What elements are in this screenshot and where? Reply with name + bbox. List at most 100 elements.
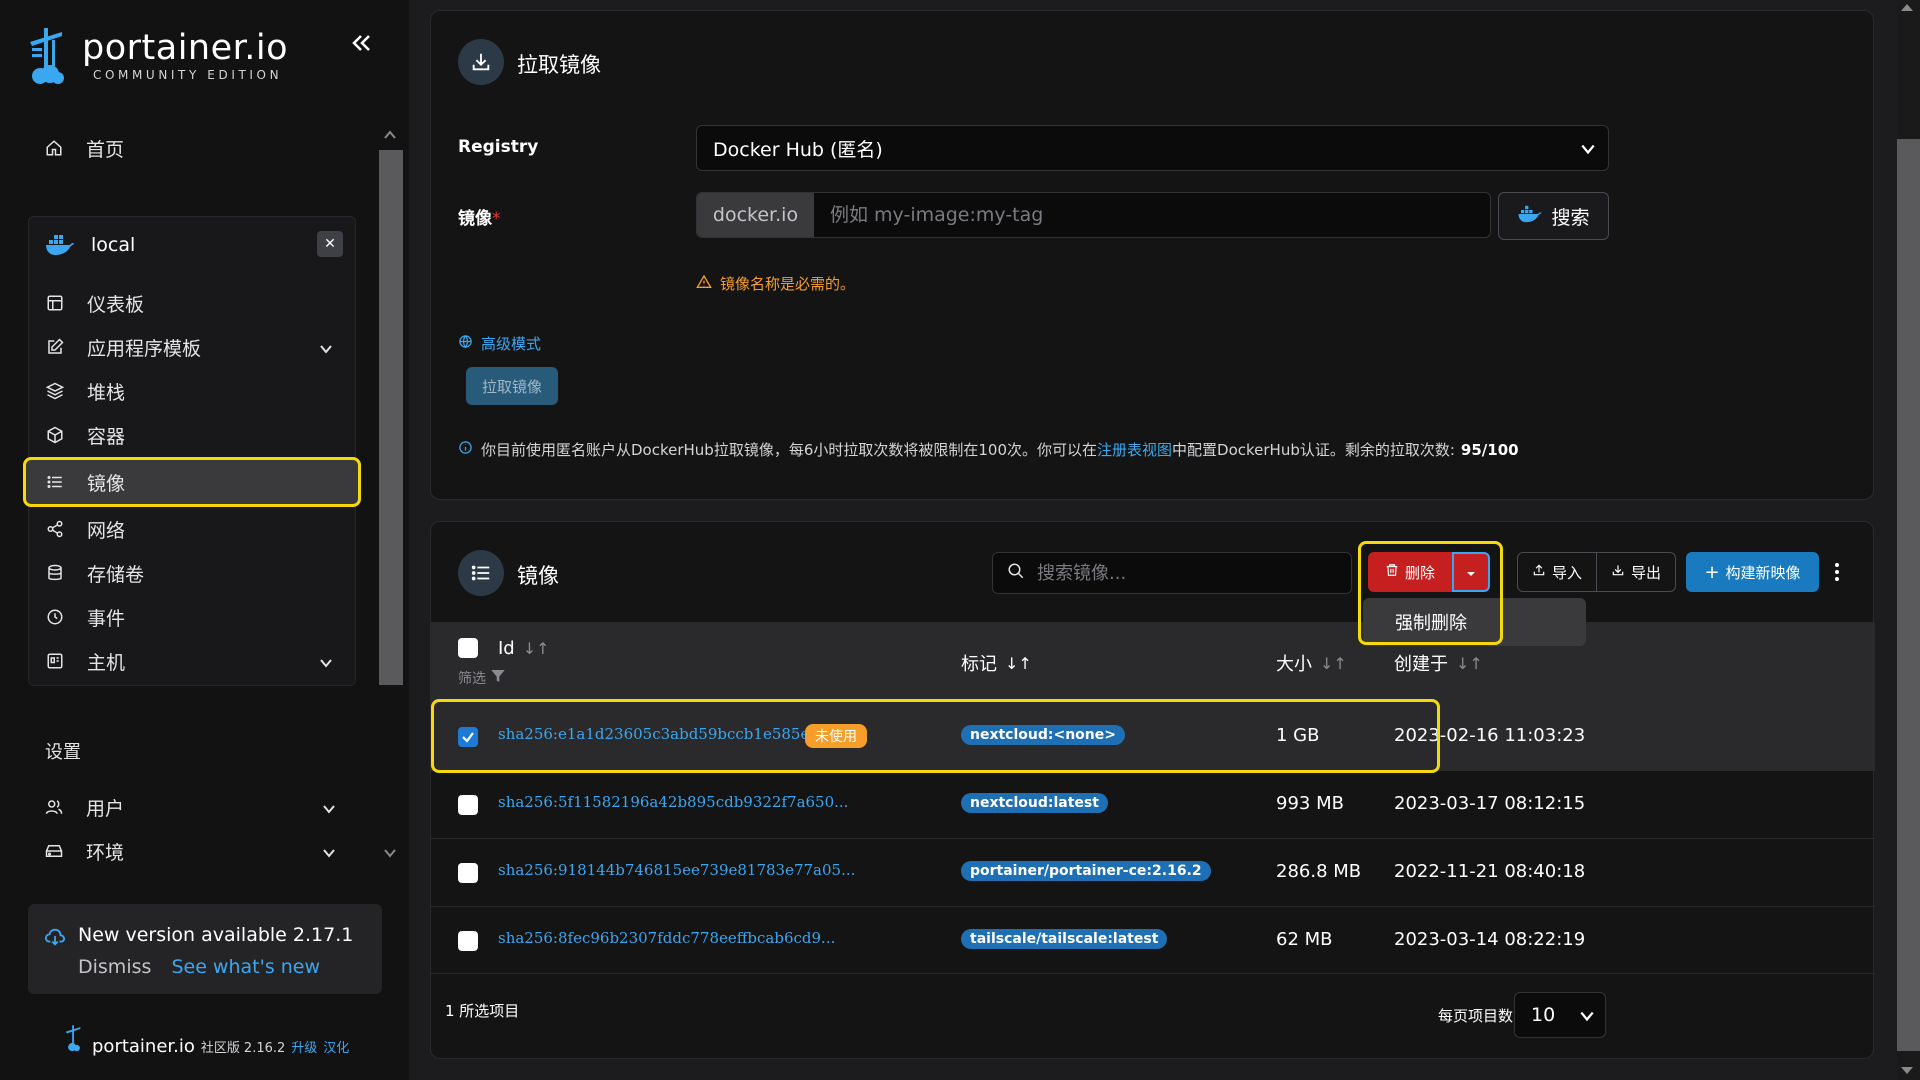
footer-brand: portainer.io 社区版 2.16.2 升级 汉化 <box>64 1024 349 1057</box>
plus-icon: + <box>1704 561 1720 583</box>
advanced-mode-link[interactable]: 高级模式 <box>458 333 541 354</box>
image-input[interactable] <box>814 193 1490 237</box>
table-row[interactable]: sha256:5f11582196a42b895cdb9322f7a650...… <box>431 770 1875 838</box>
scroll-up-icon[interactable] <box>1901 4 1913 11</box>
page-scrollbar[interactable] <box>1897 0 1920 1080</box>
selected-count: 1 所选项目 <box>445 1002 520 1020</box>
update-title: New version available 2.17.1 <box>78 924 354 946</box>
column-header-id[interactable]: Id ↓↑ <box>498 638 550 659</box>
column-header-size[interactable]: 大小 ↓↑ <box>1276 650 1347 676</box>
image-created: 2022-11-21 08:40:18 <box>1394 861 1586 882</box>
sidebar-item-home[interactable]: 首页 <box>28 126 358 170</box>
whats-new-link[interactable]: See what's new <box>171 956 320 978</box>
home-icon <box>44 138 64 158</box>
share-icon <box>45 519 65 539</box>
import-label: 导入 <box>1552 563 1583 582</box>
registry-value: Docker Hub (匿名) <box>713 138 883 161</box>
scroll-down-icon[interactable] <box>383 846 397 860</box>
dismiss-link[interactable]: Dismiss <box>78 956 151 978</box>
row-checkbox[interactable] <box>458 795 478 815</box>
per-page-select[interactable]: 10 <box>1514 992 1606 1038</box>
filter-icon <box>490 668 506 688</box>
chevron-down-icon <box>319 339 333 361</box>
sidebar-item-label: 容器 <box>87 425 126 448</box>
sidebar-scroll-thumb[interactable] <box>379 150 403 685</box>
image-input-group: docker.io <box>696 192 1491 238</box>
image-search-input[interactable] <box>1037 562 1337 584</box>
image-id-link[interactable]: sha256:5f11582196a42b895cdb9322f7a650... <box>498 793 848 811</box>
sidebar-item-volumes[interactable]: 存储卷 <box>29 551 355 595</box>
docker-whale-icon <box>45 234 75 256</box>
page-scroll-thumb[interactable] <box>1897 139 1920 1051</box>
scroll-up-icon[interactable] <box>383 128 397 142</box>
sidebar-item-label: 首页 <box>86 138 125 161</box>
sidebar-item-dashboard[interactable]: 仪表板 <box>29 281 355 325</box>
table-row[interactable]: sha256:8fec96b2307fddc778eeffbcab6cd9...… <box>431 906 1875 974</box>
info-suffix: 中配置DockerHub认证。剩余的拉取次数: <box>1172 441 1455 459</box>
globe-icon <box>458 334 473 353</box>
pull-image-button[interactable]: 拉取镜像 <box>466 367 558 405</box>
sidebar-item-environments[interactable]: 环境 <box>28 829 358 873</box>
sidebar-item-label: 主机 <box>87 651 126 674</box>
sidebar-item-events[interactable]: 事件 <box>29 595 355 639</box>
sidebar-item-label: 镜像 <box>87 472 126 495</box>
sidebar-item-label: 网络 <box>87 519 126 542</box>
warning-text: 镜像名称是必需的。 <box>720 275 856 293</box>
sidebar-item-label: 应用程序模板 <box>87 337 202 360</box>
logo-subtitle: COMMUNITY EDITION <box>93 68 283 82</box>
filter-button[interactable]: 筛选 <box>458 668 506 688</box>
portainer-crane-icon <box>65 1025 81 1052</box>
sidebar-item-app-templates[interactable]: 应用程序模板 <box>29 325 355 369</box>
column-header-created[interactable]: 创建于 ↓↑ <box>1394 650 1483 676</box>
table-row[interactable]: sha256:918144b746815ee739e81783e77a05...… <box>431 838 1875 906</box>
build-image-button[interactable]: + 构建新映像 <box>1686 552 1819 592</box>
pull-image-card: 拉取镜像 Registry Docker Hub (匿名) 镜像* docker… <box>430 10 1874 500</box>
portainer-crane-icon <box>30 28 64 84</box>
selected-row-highlight <box>431 699 1440 773</box>
search-dockerhub-button[interactable]: 搜索 <box>1498 192 1609 240</box>
image-tag-badge: nextcloud:latest <box>961 793 1108 813</box>
sidebar-item-containers[interactable]: 容器 <box>29 413 355 457</box>
scroll-down-icon[interactable] <box>1901 1067 1913 1074</box>
registry-select[interactable]: Docker Hub (匿名) <box>696 125 1609 171</box>
search-button-label: 搜索 <box>1551 206 1590 229</box>
chevron-down-icon <box>322 799 336 821</box>
upgrade-link[interactable]: 升级 <box>291 1037 317 1056</box>
images-title: 镜像 <box>517 564 559 588</box>
collapse-sidebar-button[interactable] <box>344 26 378 60</box>
settings-section-title: 设置 <box>45 742 81 763</box>
column-header-tags[interactable]: 标记 ↓↑ <box>961 650 1032 676</box>
registry-view-link[interactable]: 注册表视图 <box>1097 439 1172 460</box>
export-button[interactable]: 导出 <box>1596 553 1675 591</box>
more-options-icon[interactable] <box>1829 556 1845 588</box>
image-size: 993 MB <box>1276 793 1344 814</box>
sidebar-item-images[interactable]: 镜像 <box>23 457 361 507</box>
image-id-link[interactable]: sha256:918144b746815ee739e81783e77a05... <box>498 861 855 879</box>
sidebar-scrollbar[interactable] <box>377 124 403 864</box>
chevron-down-icon <box>322 843 336 865</box>
select-all-checkbox[interactable] <box>458 638 478 658</box>
sidebar-item-stacks[interactable]: 堆栈 <box>29 369 355 413</box>
sort-icon: ↓↑ <box>1456 653 1483 673</box>
image-created: 2023-03-17 08:12:15 <box>1394 793 1586 814</box>
list-icon <box>458 550 504 596</box>
users-icon <box>44 797 64 817</box>
portainer-logo[interactable]: portainer.io COMMUNITY EDITION <box>26 26 288 86</box>
pull-image-title: 拉取镜像 <box>517 53 601 77</box>
pull-count: 95/100 <box>1460 440 1519 459</box>
build-image-label: 构建新映像 <box>1725 563 1801 582</box>
row-checkbox[interactable] <box>458 863 478 883</box>
sidebar-item-host[interactable]: 主机 <box>29 639 355 683</box>
image-tag-badge: portainer/portainer-ce:2.16.2 <box>961 861 1211 881</box>
sidebar-item-users[interactable]: 用户 <box>28 785 358 829</box>
import-button[interactable]: 导入 <box>1518 553 1596 591</box>
row-checkbox[interactable] <box>458 931 478 951</box>
sidebar-item-label: 环境 <box>86 841 125 864</box>
info-icon <box>458 440 473 459</box>
image-id-link[interactable]: sha256:8fec96b2307fddc778eeffbcab6cd9... <box>498 929 835 947</box>
sidebar-item-label: 仪表板 <box>87 293 145 316</box>
localize-link[interactable]: 汉化 <box>323 1037 349 1056</box>
sidebar-item-networks[interactable]: 网络 <box>29 507 355 551</box>
sidebar-item-label: 存储卷 <box>87 563 145 586</box>
close-environment-button[interactable]: ✕ <box>317 231 343 257</box>
